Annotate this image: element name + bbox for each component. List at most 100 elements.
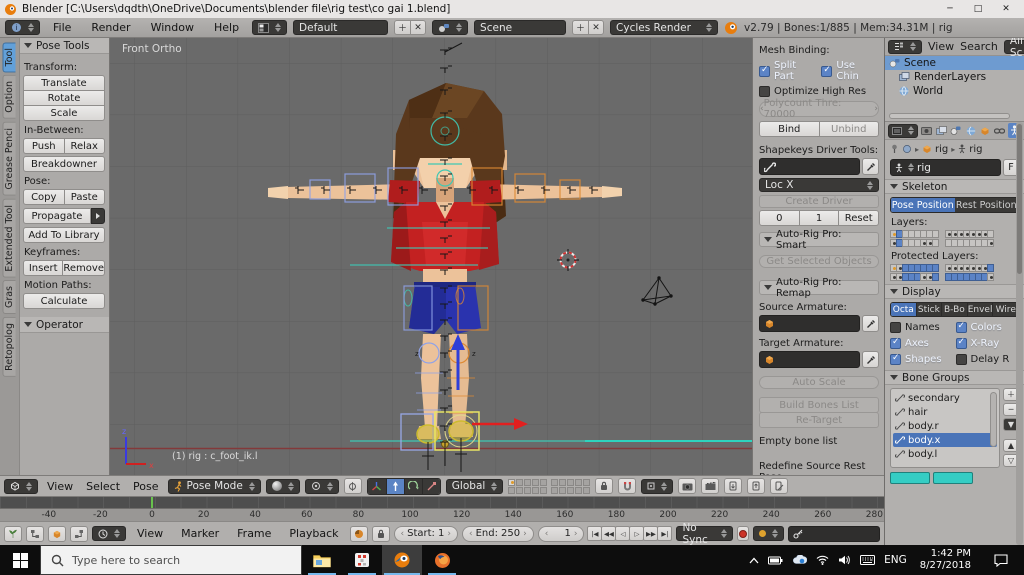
- xray-checkbox[interactable]: X-Ray: [955, 337, 1020, 349]
- arp-remap-panel-header[interactable]: Auto-Rig Pro: Remap: [759, 277, 879, 299]
- color-swatch[interactable]: [890, 472, 930, 484]
- pose-position-button[interactable]: Pose Position: [891, 198, 955, 212]
- outliner-view-menu[interactable]: View: [928, 40, 954, 53]
- frame-start-field[interactable]: ‹ Start: 1 ›: [393, 525, 458, 542]
- properties-editor-type-button[interactable]: [888, 123, 918, 138]
- touch-keyboard-icon[interactable]: [860, 555, 876, 565]
- node-tree-icon-button-2[interactable]: [70, 525, 88, 542]
- pose-menu[interactable]: Pose: [129, 480, 162, 493]
- taskbar-app[interactable]: [342, 545, 382, 575]
- armature-layers-grid[interactable]: [890, 230, 1019, 247]
- color-swatch[interactable]: [933, 472, 973, 484]
- rotate-manipulator-toggle[interactable]: [403, 478, 422, 494]
- create-driver-button[interactable]: Create Driver: [759, 195, 879, 208]
- copy-pose-button[interactable]: Copy: [23, 189, 65, 205]
- tool-shelf-tab-grease-penci[interactable]: Grease Penci: [3, 122, 16, 196]
- jump-to-end-button[interactable]: ▶|: [657, 526, 673, 541]
- propagate-button[interactable]: Propagate: [23, 208, 91, 224]
- viewport-editor-type-button[interactable]: [4, 478, 38, 494]
- display-mode-stick[interactable]: Stick: [915, 303, 942, 316]
- translate-button[interactable]: Translate: [23, 75, 105, 91]
- menu-help[interactable]: Help: [207, 21, 246, 34]
- tab-render-layers[interactable]: [935, 123, 948, 138]
- bone-groups-list[interactable]: secondary hair body.r body.x body.l: [890, 388, 1000, 468]
- select-menu[interactable]: Select: [82, 480, 124, 493]
- display-mode-envelope[interactable]: Envel: [966, 303, 993, 316]
- rest-position-button[interactable]: Rest Position: [954, 198, 1018, 212]
- scene-layer-toggle[interactable]: [508, 486, 516, 494]
- view-menu[interactable]: View: [43, 480, 77, 493]
- viewport-shading-select[interactable]: [265, 478, 300, 494]
- outliner-search-menu[interactable]: Search: [960, 40, 998, 53]
- speaker-icon[interactable]: [838, 555, 851, 565]
- action-center-button[interactable]: [984, 553, 1018, 567]
- outliner-editor-type-button[interactable]: [888, 39, 922, 54]
- split-part-checkbox[interactable]: Split Part: [759, 60, 817, 82]
- layer-toggle[interactable]: [987, 230, 994, 238]
- armature-icon[interactable]: [958, 144, 966, 154]
- tool-shelf-tab-extended-tool[interactable]: Extended Tool: [3, 198, 16, 278]
- pivot-point-select[interactable]: [304, 478, 339, 494]
- layer-toggle[interactable]: [987, 264, 994, 272]
- outliner-item-scene[interactable]: Scene: [885, 56, 1024, 70]
- breadcrumb-data-name[interactable]: rig: [969, 144, 982, 155]
- menu-window[interactable]: Window: [144, 21, 201, 34]
- delete-layout-button[interactable]: ✕: [410, 20, 427, 35]
- protected-layers-grid[interactable]: [890, 264, 1019, 281]
- tray-chevron-icon[interactable]: [749, 557, 759, 564]
- layer-toggle[interactable]: [932, 239, 939, 247]
- delete-scene-button[interactable]: ✕: [588, 20, 605, 35]
- driver-channel-select[interactable]: Loc X: [759, 178, 879, 192]
- polycount-slider[interactable]: ‹ Polycount Thre: 70000 ›: [759, 98, 879, 120]
- node-tree-icon-button[interactable]: [26, 525, 44, 542]
- taskbar-clock[interactable]: 1:42 PM 8/27/2018: [916, 548, 975, 573]
- scene-layer-toggle[interactable]: [516, 478, 524, 486]
- paste-pose-button[interactable]: [747, 478, 766, 494]
- tool-shelf-tab-retopolog[interactable]: Retopolog: [3, 317, 16, 378]
- onedrive-cloud-icon[interactable]: [792, 555, 808, 565]
- tab-object[interactable]: [979, 123, 992, 138]
- taskbar-firefox[interactable]: [422, 545, 462, 575]
- outliner-scrollbar[interactable]: [889, 113, 1010, 119]
- maximize-button[interactable]: □: [964, 4, 992, 14]
- tool-shelf-tab-tool[interactable]: Tool: [3, 42, 16, 73]
- arp-smart-panel-header[interactable]: Auto-Rig Pro: Smart: [759, 229, 879, 251]
- source-armature-field[interactable]: [759, 315, 860, 332]
- taskbar-search[interactable]: Type here to search: [40, 545, 302, 575]
- delay-refresh-checkbox[interactable]: Delay R: [955, 354, 1020, 365]
- language-indicator[interactable]: ENG: [884, 554, 907, 566]
- timeline-view-menu[interactable]: View: [130, 527, 170, 540]
- breadcrumb-object-name[interactable]: rig: [935, 144, 948, 155]
- scene-layer-toggle[interactable]: [583, 478, 591, 486]
- pivot-align-toggle[interactable]: [343, 478, 362, 494]
- add-scene-button[interactable]: ＋: [572, 20, 589, 35]
- skeleton-panel-header[interactable]: Skeleton: [885, 179, 1024, 194]
- relax-button[interactable]: Relax: [63, 138, 105, 154]
- auto-keyframe-toggle[interactable]: [737, 526, 749, 541]
- remove-keyframe-button[interactable]: Remove: [62, 260, 105, 276]
- copy-pose-button[interactable]: [724, 478, 743, 494]
- display-panel-header[interactable]: Display: [885, 284, 1024, 299]
- eyedropper-button[interactable]: [862, 158, 879, 175]
- current-frame-cursor[interactable]: [151, 497, 153, 508]
- bind-button[interactable]: Bind: [759, 121, 820, 137]
- target-armature-field[interactable]: [759, 351, 860, 368]
- prev-keyframe-button[interactable]: ◀◀: [601, 526, 617, 541]
- bone-group-item-body.l[interactable]: body.l: [893, 447, 997, 461]
- propagate-submenu-button[interactable]: [91, 208, 105, 224]
- rotate-button[interactable]: Rotate: [23, 90, 105, 106]
- play-button[interactable]: ▷: [629, 526, 645, 541]
- next-keyframe-button[interactable]: ▶▶: [643, 526, 659, 541]
- eyedropper-button[interactable]: [862, 351, 879, 368]
- battery-icon[interactable]: [768, 556, 783, 565]
- object-cube-icon[interactable]: [922, 144, 932, 154]
- add-to-library-button[interactable]: Add To Library: [23, 227, 105, 243]
- axes-checkbox[interactable]: Axes: [890, 337, 954, 349]
- operator-panel-header[interactable]: Operator: [20, 317, 109, 333]
- timeline-track[interactable]: [0, 497, 884, 508]
- bone-groups-panel-header[interactable]: Bone Groups: [885, 370, 1024, 385]
- snap-element-select[interactable]: [641, 478, 674, 494]
- pose-tools-panel-header[interactable]: Pose Tools: [20, 38, 109, 54]
- manipulator-axis-toggle[interactable]: [367, 478, 386, 494]
- current-frame-field[interactable]: ‹ 1 ›: [537, 525, 585, 542]
